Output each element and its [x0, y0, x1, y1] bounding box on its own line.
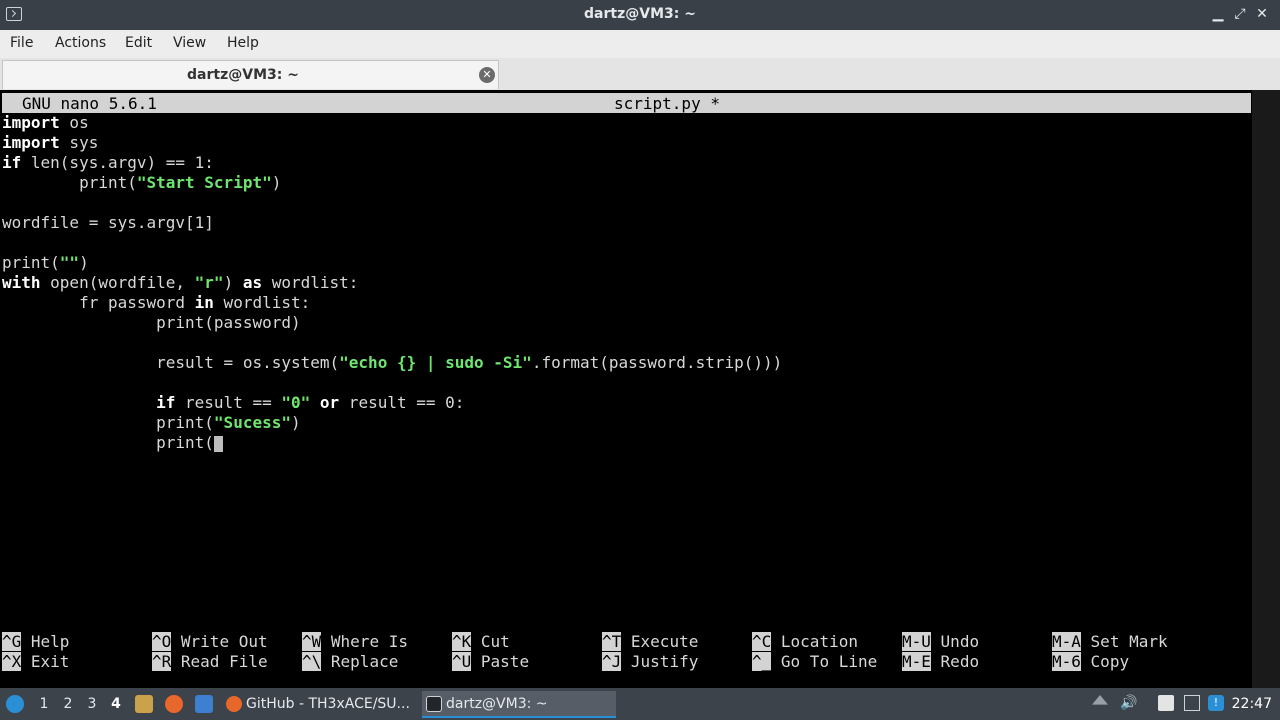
menu-help[interactable]: Help — [227, 35, 259, 51]
terminal-area[interactable]: GNU nano 5.6.1 script.py * import os imp… — [0, 90, 1280, 688]
workspace-1[interactable]: 1 — [34, 688, 54, 720]
workspace-4[interactable]: 4 — [106, 688, 126, 720]
code-line: fr password in wordlist: — [2, 293, 311, 312]
shortcut-replace[interactable]: ^\ Replace — [302, 652, 398, 672]
minimize-icon[interactable]: ▁ — [1210, 5, 1226, 23]
menu-edit[interactable]: Edit — [125, 35, 152, 51]
eject-icon[interactable] — [1092, 695, 1108, 705]
workspace-3[interactable]: 3 — [82, 688, 102, 720]
menu-actions[interactable]: Actions — [55, 35, 106, 51]
code-line: print("Start Script") — [2, 173, 282, 192]
update-notifier-icon[interactable]: ! — [1208, 695, 1224, 711]
nano-shortcuts: ^G Help ^O Write Out ^W Where Is ^K Cut … — [2, 632, 1278, 672]
code-line: result = os.system("echo {} | sudo -Si".… — [2, 353, 783, 372]
shortcut-copy[interactable]: M-6 Copy — [1052, 652, 1129, 672]
shortcut-go-to-line[interactable]: ^_ Go To Line — [752, 652, 877, 672]
code-line: if result == "0" or result == 0: — [156, 393, 465, 412]
menu-view[interactable]: View — [173, 35, 206, 51]
show-desktop-icon[interactable] — [195, 695, 213, 713]
shortcut-exit[interactable]: ^X Exit — [2, 652, 69, 672]
nano-filename: script.py * — [614, 94, 720, 113]
file-manager-icon[interactable] — [135, 695, 153, 713]
menu-file[interactable]: File — [10, 35, 33, 51]
shortcut-where-is[interactable]: ^W Where Is — [302, 632, 408, 652]
task-label: dartz@VM3: ~ — [446, 696, 548, 712]
terminal-scrollbar[interactable] — [1252, 90, 1280, 688]
maximize-icon[interactable]: ⤢ — [1232, 5, 1248, 23]
tab-bar: dartz@VM3: ~ ✕ — [0, 58, 1280, 91]
shortcut-undo[interactable]: M-U Undo — [902, 632, 979, 652]
shortcut-location[interactable]: ^C Location — [752, 632, 858, 652]
task-label: GitHub - TH3xACE/SU... — [246, 696, 410, 712]
shortcut-cut[interactable]: ^K Cut — [452, 632, 510, 652]
clock[interactable]: 22:47 — [1232, 688, 1272, 720]
nano-version: GNU nano 5.6.1 — [22, 94, 157, 113]
tab-close-icon[interactable]: ✕ — [479, 67, 495, 83]
code-editor[interactable]: import os import sys if len(sys.argv) ==… — [2, 113, 782, 453]
code-line: print( — [2, 433, 782, 453]
network-icon[interactable] — [1184, 695, 1200, 711]
code-line: print("Sucess") — [2, 413, 301, 432]
task-terminal[interactable]: dartz@VM3: ~ — [422, 691, 616, 718]
code-line: with open(wordfile, "r") as wordlist: — [2, 273, 359, 292]
clipboard-icon[interactable] — [1158, 695, 1174, 711]
shortcut-set-mark[interactable]: M-A Set Mark — [1052, 632, 1168, 652]
nano-header: GNU nano 5.6.1 script.py * — [2, 93, 1251, 113]
shortcut-read-file[interactable]: ^R Read File — [152, 652, 268, 672]
code-line: import sys — [2, 133, 99, 152]
tab-label: dartz@VM3: ~ — [187, 67, 299, 83]
volume-icon[interactable]: 🔊 — [1120, 695, 1137, 711]
menubar: File Actions Edit View Help — [0, 30, 1280, 58]
code-line: import os — [2, 113, 89, 132]
shortcut-help[interactable]: ^G Help — [2, 632, 69, 652]
shortcut-paste[interactable]: ^U Paste — [452, 652, 529, 672]
close-icon[interactable]: ✕ — [1254, 5, 1270, 23]
start-menu-icon[interactable] — [6, 695, 24, 713]
window-controls: ▁ ⤢ ✕ — [1210, 5, 1270, 23]
text-cursor — [213, 435, 223, 452]
firefox-icon[interactable] — [165, 695, 183, 713]
window-title: dartz@VM3: ~ — [584, 6, 696, 22]
code-line: if len(sys.argv) == 1: — [2, 153, 214, 172]
taskbar: 1 2 3 4 GitHub - TH3xACE/SU... dartz@VM3… — [0, 688, 1280, 720]
shortcut-justify[interactable]: ^J Justify — [602, 652, 698, 672]
tab-terminal[interactable]: dartz@VM3: ~ ✕ — [2, 60, 499, 89]
shortcut-execute[interactable]: ^T Execute — [602, 632, 698, 652]
terminal-icon — [426, 696, 442, 712]
code-line: print("") — [2, 253, 89, 272]
firefox-icon — [226, 696, 242, 712]
code-line: print(password) — [2, 313, 301, 332]
shortcut-redo[interactable]: M-E Redo — [902, 652, 979, 672]
shortcut-write-out[interactable]: ^O Write Out — [152, 632, 268, 652]
window-titlebar: dartz@VM3: ~ ▁ ⤢ ✕ — [0, 0, 1280, 30]
task-firefox-github[interactable]: GitHub - TH3xACE/SU... — [222, 691, 418, 718]
workspace-2[interactable]: 2 — [58, 688, 78, 720]
code-line: wordfile = sys.argv[1] — [2, 213, 214, 232]
